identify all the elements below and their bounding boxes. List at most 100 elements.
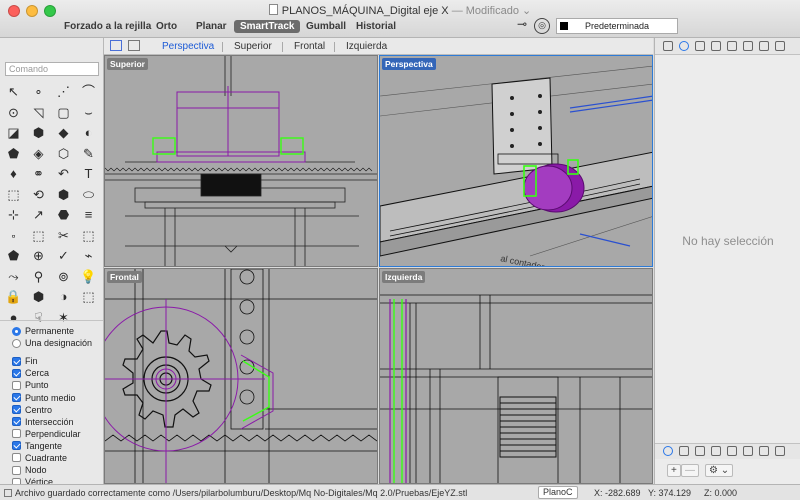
tool-icon[interactable]: ⌒ (78, 82, 99, 103)
tool-icon[interactable]: ⤳ (3, 267, 24, 288)
current-layer-selector[interactable]: Predeterminada (556, 18, 678, 34)
object-tab-icon[interactable] (711, 446, 721, 456)
remove-button[interactable]: — (681, 464, 699, 477)
osnap-item[interactable]: Cerca (0, 367, 103, 379)
osnap-item[interactable]: Centro (0, 404, 103, 416)
osnap-item[interactable]: Punto (0, 379, 103, 391)
tool-icon[interactable]: ◪ (3, 123, 24, 144)
tool-icon[interactable]: ⋰ (53, 82, 74, 103)
tab-izquierda[interactable]: Izquierda (346, 41, 387, 52)
tool-icon[interactable]: ⌁ (78, 246, 99, 267)
radio-button[interactable] (12, 326, 21, 336)
tool-icon[interactable]: ⬚ (78, 226, 99, 247)
tool-icon[interactable]: ⊙ (3, 103, 24, 124)
osnap-item[interactable]: Fin (0, 355, 103, 367)
tool-icon[interactable]: ⊕ (28, 246, 49, 267)
tool-icon[interactable]: ⌣ (78, 103, 99, 124)
tool-icon[interactable]: ↖ (3, 82, 24, 103)
viewport-label-frontal[interactable]: Frontal (107, 271, 142, 283)
four-viewport-layout-icon[interactable] (110, 40, 122, 51)
tool-icon[interactable]: ✎ (78, 144, 99, 165)
viewport-label-izquierda[interactable]: Izquierda (382, 271, 426, 283)
osnap-checkbox[interactable] (12, 356, 21, 366)
render-tab-icon[interactable] (743, 446, 753, 456)
tab-frontal[interactable]: Frontal (294, 41, 325, 52)
tab-superior[interactable]: Superior (234, 41, 272, 52)
tool-icon[interactable]: ≡ (78, 205, 99, 226)
properties-tab-icon[interactable] (679, 446, 689, 456)
gumball-toggle[interactable]: Gumball (300, 20, 352, 33)
tool-icon[interactable]: ⚭ (28, 164, 49, 185)
add-button[interactable]: + (667, 464, 681, 477)
tool-icon[interactable]: ⬡ (53, 144, 74, 165)
osnap-item[interactable]: Tangente (0, 440, 103, 452)
render-panel-icon[interactable] (743, 41, 753, 51)
camera-panel-icon[interactable] (727, 41, 737, 51)
osnap-mode-option[interactable]: Una designación (0, 337, 103, 349)
viewport-panel-icon[interactable] (759, 41, 769, 51)
radio-button[interactable] (12, 338, 21, 348)
viewport-tab-icon[interactable] (759, 446, 769, 456)
tool-icon[interactable]: ◆ (53, 123, 74, 144)
tool-icon[interactable]: ⊚ (53, 267, 74, 288)
tool-icon[interactable]: ◑ (53, 287, 74, 308)
tool-icon[interactable]: ⬟ (3, 246, 24, 267)
history-toggle[interactable]: Historial (350, 20, 402, 33)
camera-tab-icon[interactable] (727, 446, 737, 456)
viewport-label-superior[interactable]: Superior (107, 58, 148, 70)
tool-icon[interactable]: ⬢ (28, 123, 49, 144)
osnap-item[interactable]: Cuadrante (0, 452, 103, 464)
osnap-checkbox[interactable] (12, 380, 21, 390)
tool-icon[interactable]: ↗ (28, 205, 49, 226)
tool-icon[interactable]: ⬞ (3, 226, 24, 247)
tool-icon[interactable]: ⬢ (28, 287, 49, 308)
tool-icon[interactable]: ∘ (28, 82, 49, 103)
screen-panel-icon[interactable] (775, 41, 785, 51)
ortho-toggle[interactable]: Orto (150, 20, 183, 33)
display-tab-icon[interactable] (695, 446, 705, 456)
osnap-checkbox[interactable] (12, 441, 21, 451)
osnap-checkbox[interactable] (12, 368, 21, 378)
tool-icon[interactable]: ⬚ (28, 226, 49, 247)
osnap-item[interactable]: Punto medio (0, 391, 103, 403)
tab-perspectiva[interactable]: Perspectiva (162, 41, 214, 52)
osnap-item[interactable]: Perpendicular (0, 428, 103, 440)
record-history-icon[interactable]: ⊸ (514, 18, 530, 34)
title-menu-arrow[interactable]: ⌄ (522, 5, 531, 17)
tool-icon[interactable]: ⬭ (78, 185, 99, 206)
tool-icon[interactable]: 🔒 (3, 287, 24, 308)
tool-icon[interactable]: ✂ (53, 226, 74, 247)
viewport-superior[interactable]: Superior (104, 55, 378, 267)
viewport-frontal[interactable]: Frontal (104, 268, 378, 484)
tool-icon[interactable]: ◐ (78, 123, 99, 144)
osnap-checkbox[interactable] (12, 429, 21, 439)
screen-tab-icon[interactable] (775, 446, 785, 456)
viewport-perspectiva[interactable]: al contador y Perspectiva (379, 55, 653, 267)
tool-icon[interactable]: ↶ (53, 164, 74, 185)
tool-icon[interactable]: ▢ (53, 103, 74, 124)
tool-icon[interactable]: ◹ (28, 103, 49, 124)
osnap-checkbox[interactable] (12, 405, 21, 415)
tool-icon[interactable]: ♦ (3, 164, 24, 185)
osnap-item[interactable]: Intersección (0, 416, 103, 428)
cplane-selector[interactable]: PlanoC (538, 486, 578, 499)
single-viewport-layout-icon[interactable] (128, 40, 140, 51)
tool-icon[interactable]: ⊹ (3, 205, 24, 226)
osnap-item[interactable]: Nodo (0, 464, 103, 476)
tool-icon[interactable]: ⬚ (3, 185, 24, 206)
tool-icon[interactable]: ⬢ (53, 185, 74, 206)
object-panel-icon[interactable] (711, 41, 721, 51)
snap-to-grid-toggle[interactable]: Forzado a la rejilla (58, 20, 157, 33)
panel-settings-menu[interactable]: ⚙ ⌄ (705, 464, 734, 477)
tool-icon[interactable]: T (78, 164, 99, 185)
viewport-label-perspectiva[interactable]: Perspectiva (382, 58, 436, 70)
planar-toggle[interactable]: Planar (190, 20, 233, 33)
tool-icon[interactable]: ⬚ (78, 287, 99, 308)
tool-icon[interactable]: ⬟ (3, 144, 24, 165)
tool-icon[interactable]: ✓ (53, 246, 74, 267)
layers-tab-icon[interactable] (663, 446, 673, 456)
tool-icon[interactable]: ⬣ (53, 205, 74, 226)
display-panel-icon[interactable] (695, 41, 705, 51)
tool-icon[interactable]: ⟲ (28, 185, 49, 206)
osnap-checkbox[interactable] (12, 465, 21, 475)
